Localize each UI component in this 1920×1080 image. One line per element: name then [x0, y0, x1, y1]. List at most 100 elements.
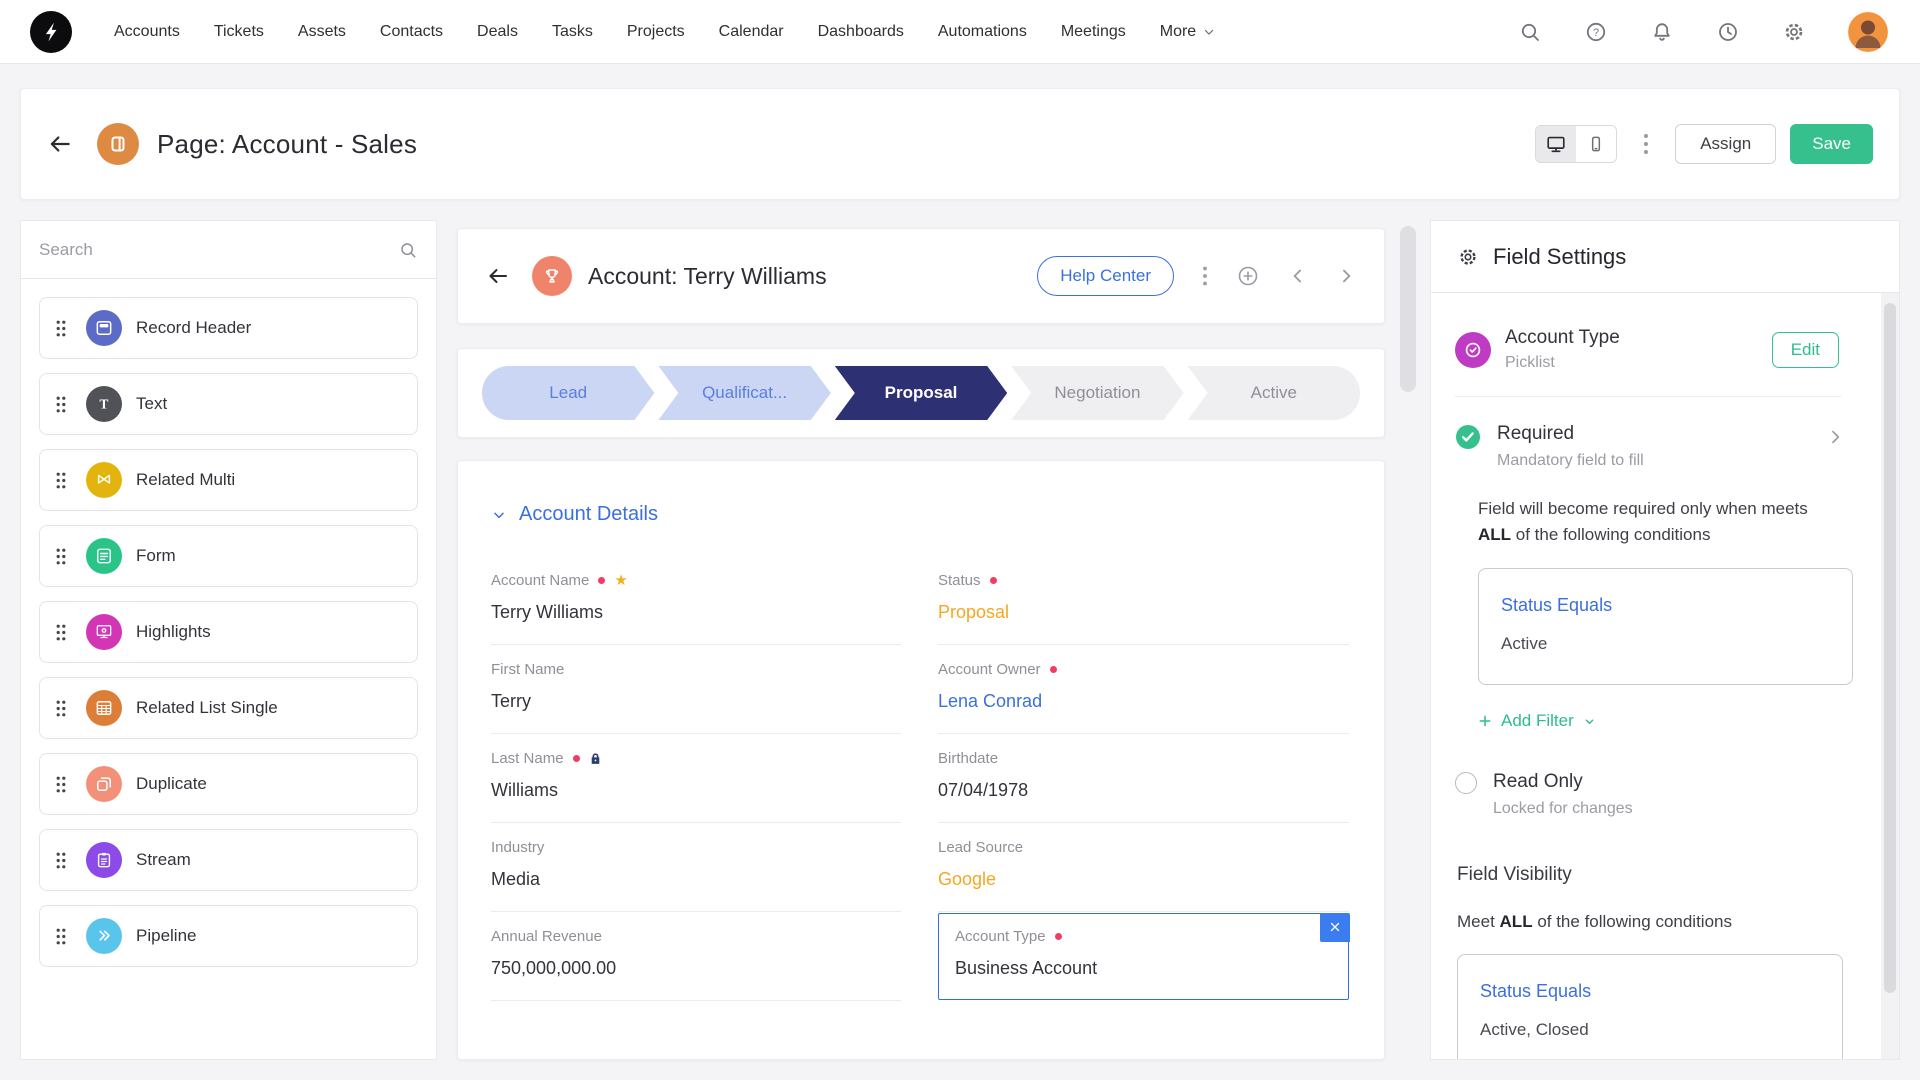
nav-item-meetings[interactable]: Meetings	[1061, 23, 1126, 41]
widget-record-header[interactable]: Record Header	[39, 297, 418, 359]
chevron-left-icon[interactable]	[1288, 266, 1308, 286]
lock-icon	[591, 753, 599, 764]
account-trophy-icon	[532, 256, 572, 296]
more-options-kebab-icon[interactable]	[1643, 133, 1649, 155]
field-value-link[interactable]: Lena Conrad	[938, 691, 1349, 712]
pipeline-icon	[86, 918, 122, 954]
widget-pipeline[interactable]: Pipeline	[39, 905, 418, 967]
nav-item-calendar[interactable]: Calendar	[719, 23, 784, 41]
more-options-kebab-icon[interactable]	[1202, 266, 1208, 286]
field-account-owner[interactable]: Account Owner Lena Conrad	[938, 645, 1349, 734]
widget-stream[interactable]: Stream	[39, 829, 418, 891]
widget-text[interactable]: T Text	[39, 373, 418, 435]
chevron-right-icon[interactable]	[1825, 427, 1845, 447]
drag-handle-icon[interactable]	[56, 700, 66, 717]
nav-right-icons: ?	[1518, 11, 1888, 52]
close-icon	[1330, 922, 1339, 932]
nav-item-tasks[interactable]: Tasks	[552, 23, 593, 41]
panel-scrollbar-track	[1881, 293, 1899, 1059]
account-details-header[interactable]: Account Details	[458, 461, 1384, 526]
search-input[interactable]	[39, 239, 398, 260]
nav-item-more[interactable]: More	[1160, 23, 1216, 41]
nav-item-automations[interactable]: Automations	[938, 23, 1027, 41]
field-visibility-title: Field Visibility	[1457, 864, 1572, 885]
deselect-field-button[interactable]	[1319, 912, 1350, 942]
field-birthdate[interactable]: Birthdate 07/04/1978	[938, 734, 1349, 823]
history-clock-icon[interactable]	[1716, 20, 1740, 44]
back-arrow-icon[interactable]	[486, 264, 510, 288]
edit-field-button[interactable]: Edit	[1771, 331, 1839, 368]
back-arrow-icon[interactable]	[47, 131, 73, 157]
widget-label: Related List Single	[136, 698, 278, 717]
help-center-button[interactable]: Help Center	[1037, 256, 1174, 296]
field-last-name[interactable]: Last Name Williams	[491, 734, 901, 823]
nav-item-contacts[interactable]: Contacts	[380, 23, 443, 41]
field-label: Lead Source	[938, 839, 1024, 856]
field-status[interactable]: Status Proposal	[938, 556, 1349, 645]
field-industry[interactable]: Industry Media	[491, 823, 901, 912]
mobile-preview-button[interactable]	[1576, 126, 1617, 162]
drag-handle-icon[interactable]	[56, 396, 66, 413]
field-value: 07/04/1978	[938, 780, 1029, 800]
main-scrollbar-thumb[interactable]	[1400, 226, 1416, 392]
chevron-right-icon[interactable]	[1336, 266, 1356, 286]
save-button[interactable]: Save	[1790, 124, 1873, 164]
nav-item-tickets[interactable]: Tickets	[214, 23, 264, 41]
field-label: Status	[938, 572, 981, 589]
widget-duplicate[interactable]: Duplicate	[39, 753, 418, 815]
stage-label: Proposal	[884, 383, 958, 402]
field-first-name[interactable]: First Name Terry	[491, 645, 901, 734]
selected-field-type: Picklist	[1505, 354, 1555, 371]
app-logo[interactable]	[30, 10, 72, 53]
read-only-option-row[interactable]: Read Only Locked for changes	[1431, 731, 1899, 818]
drag-handle-icon[interactable]	[56, 928, 66, 945]
add-filter-label: Add Filter	[1501, 711, 1574, 730]
panel-scrollbar-thumb[interactable]	[1884, 303, 1896, 993]
assign-button[interactable]: Assign	[1675, 124, 1777, 164]
stage-qualification[interactable]: Qualificat...	[658, 366, 830, 420]
nav-item-projects[interactable]: Projects	[627, 23, 685, 41]
drag-handle-icon[interactable]	[56, 624, 66, 641]
search-icon[interactable]	[1518, 20, 1542, 44]
nav-item-deals[interactable]: Deals	[477, 23, 518, 41]
stage-lead[interactable]: Lead	[482, 366, 654, 420]
field-lead-source[interactable]: Lead Source Google	[938, 823, 1349, 912]
settings-gear-icon[interactable]	[1782, 20, 1806, 44]
widget-related-list-single[interactable]: Related List Single	[39, 677, 418, 739]
add-filter-button[interactable]: Add Filter	[1478, 711, 1899, 731]
widget-related-multi[interactable]: Related Multi	[39, 449, 418, 511]
stage-negotiation[interactable]: Negotiation	[1011, 366, 1183, 420]
stage-proposal[interactable]: Proposal	[835, 366, 1007, 420]
highlights-icon	[86, 614, 122, 650]
nav-item-dashboards[interactable]: Dashboards	[818, 23, 904, 41]
desktop-preview-button[interactable]	[1536, 126, 1577, 162]
radio-unselected-icon[interactable]	[1455, 772, 1477, 794]
read-only-description: Locked for changes	[1493, 800, 1633, 817]
stage-active[interactable]: Active	[1187, 366, 1361, 420]
field-annual-revenue[interactable]: Annual Revenue 750,000,000.00	[491, 912, 901, 1001]
drag-handle-icon[interactable]	[56, 776, 66, 793]
help-icon[interactable]: ?	[1584, 20, 1608, 44]
drag-handle-icon[interactable]	[56, 320, 66, 337]
nav-item-assets[interactable]: Assets	[298, 23, 346, 41]
drag-handle-icon[interactable]	[56, 548, 66, 565]
field-account-name[interactable]: Account Name ★ Terry Williams	[491, 556, 901, 645]
required-option-row[interactable]: Required Mandatory field to fill	[1431, 397, 1899, 470]
widget-form[interactable]: Form	[39, 525, 418, 587]
user-avatar[interactable]	[1848, 11, 1888, 52]
notifications-icon[interactable]	[1650, 20, 1674, 44]
visibility-condition-box[interactable]: Status Equals Active, Closed	[1457, 954, 1843, 1059]
widget-highlights[interactable]: Highlights	[39, 601, 418, 663]
required-condition-box[interactable]: Status Equals Active	[1478, 568, 1853, 685]
required-label: Required	[1497, 423, 1575, 444]
text-icon: T	[86, 386, 122, 422]
field-account-type-selected[interactable]: Account Type Business Account	[938, 912, 1350, 1000]
required-conditions-intro: Field will become required only when mee…	[1478, 496, 1839, 548]
pipeline-stage-card: Lead Qualificat... Proposal Negotiation …	[457, 348, 1385, 438]
widget-sidebar: Record Header T Text Related Multi Form	[20, 220, 437, 1060]
drag-handle-icon[interactable]	[56, 852, 66, 869]
nav-item-accounts[interactable]: Accounts	[114, 23, 180, 41]
stage-label: Active	[1250, 383, 1297, 402]
add-plus-icon[interactable]	[1236, 264, 1260, 288]
drag-handle-icon[interactable]	[56, 472, 66, 489]
